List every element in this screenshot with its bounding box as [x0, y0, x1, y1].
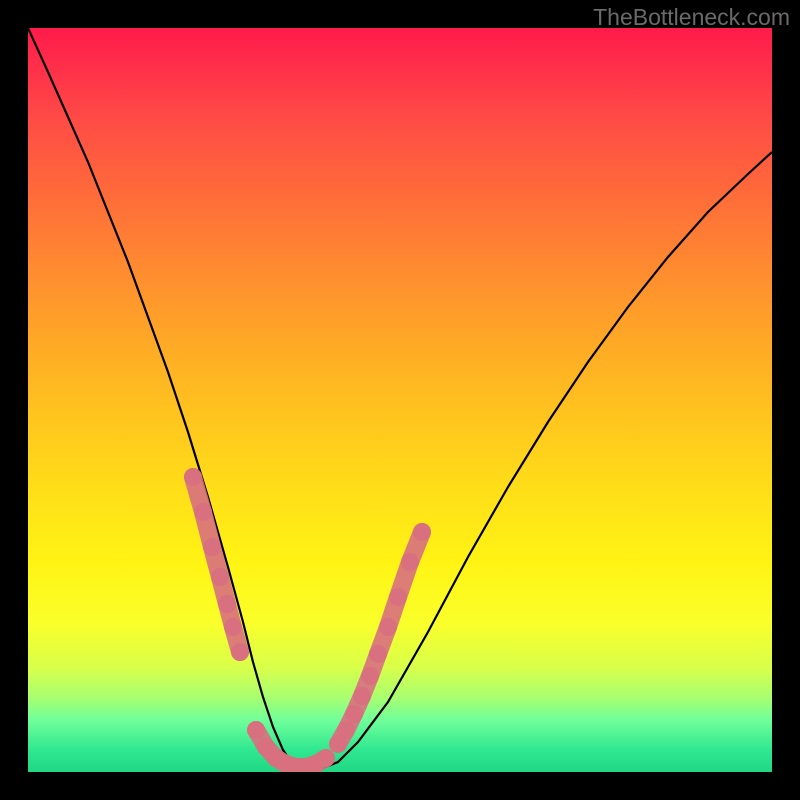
marker-dot: [379, 618, 397, 636]
marker-dot: [194, 503, 212, 521]
curve-svg: [28, 28, 772, 772]
marker-dot: [218, 595, 236, 613]
marker-dot: [184, 468, 202, 486]
chart-container: TheBottleneck.com: [0, 0, 800, 800]
marker-dot: [389, 588, 407, 606]
watermark-label: TheBottleneck.com: [593, 4, 790, 31]
marker-dot: [224, 618, 242, 636]
bottleneck-curve: [28, 28, 772, 770]
marker-dot: [361, 667, 379, 685]
marker-dot: [401, 553, 419, 571]
marker-dot: [247, 721, 265, 739]
marker-dot: [317, 749, 335, 767]
marker-dot: [369, 645, 387, 663]
marker-dot: [211, 568, 229, 586]
marker-dot: [337, 721, 355, 739]
marker-dot: [353, 687, 371, 705]
plot-area: [28, 28, 772, 772]
marker-group: [184, 468, 431, 772]
marker-dot: [413, 523, 431, 541]
marker-dot: [231, 643, 249, 661]
marker-dot: [345, 705, 363, 723]
marker-dot: [203, 538, 221, 556]
